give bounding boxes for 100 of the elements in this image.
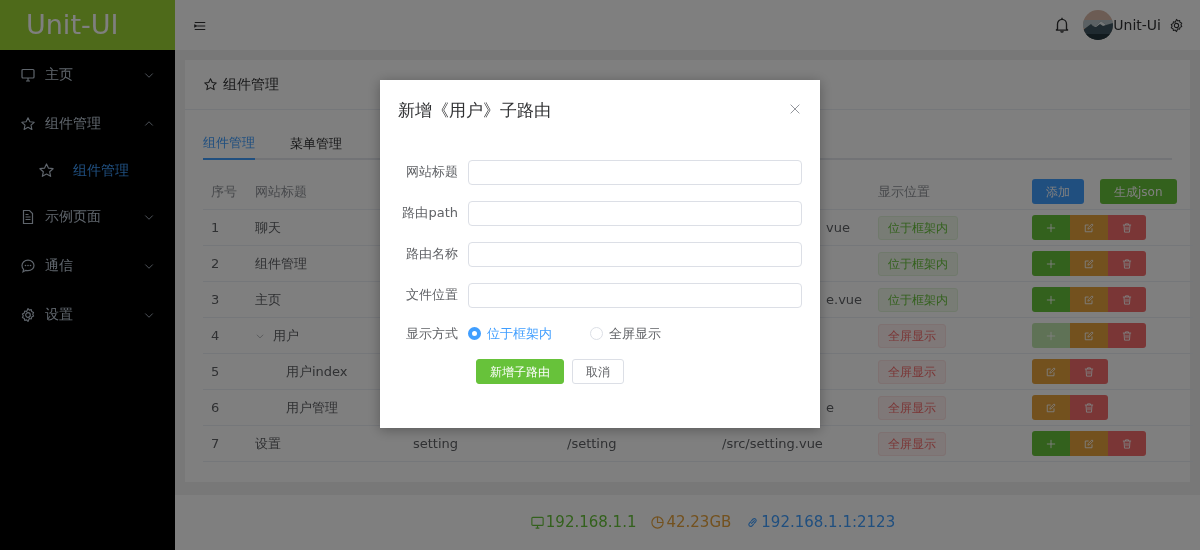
plus-icon <box>1045 221 1057 234</box>
user-name[interactable]: Unit-Ui <box>1113 14 1161 36</box>
edit-button[interactable] <box>1032 359 1070 384</box>
trash-icon <box>1121 293 1133 306</box>
edit-icon <box>1083 221 1095 234</box>
status-tag: 全屏显示 <box>878 431 946 456</box>
trash-button[interactable] <box>1108 431 1146 456</box>
sidebar-item[interactable]: 示例页面 <box>0 192 175 241</box>
sidebar-item[interactable]: 组件管理 <box>0 99 175 148</box>
trash-button[interactable] <box>1108 215 1146 240</box>
edit-button[interactable] <box>1070 287 1108 312</box>
status-tag: 全屏显示 <box>878 395 946 420</box>
star-icon <box>203 77 218 92</box>
trash-button[interactable] <box>1108 251 1146 276</box>
edit-icon <box>1045 365 1057 378</box>
edit-button[interactable] <box>1070 431 1108 456</box>
sidebar-item[interactable]: 主页 <box>0 50 175 99</box>
plus-icon <box>1045 257 1057 270</box>
edit-icon <box>1083 437 1095 450</box>
edit-button[interactable] <box>1070 251 1108 276</box>
sidebar-item[interactable]: 设置 <box>0 290 175 339</box>
input-field[interactable] <box>468 159 802 185</box>
edit-icon <box>1083 257 1095 270</box>
status-tag: 位于框架内 <box>878 251 958 276</box>
table-cell-text: 用户 <box>273 326 299 345</box>
edit-icon <box>1083 293 1095 306</box>
status-text: 192.168.1.1:2123 <box>761 512 896 534</box>
plus-icon <box>1045 437 1057 450</box>
plus-button[interactable] <box>1032 215 1070 240</box>
table-cell-text: e <box>826 398 834 417</box>
star-icon <box>38 161 55 179</box>
field-label: 文件位置 <box>405 286 458 305</box>
input-field[interactable] <box>468 241 802 267</box>
trash-icon <box>1121 329 1133 342</box>
trash-icon <box>1121 257 1133 270</box>
sidebar-item[interactable]: 组件管理 <box>0 148 175 192</box>
field-label: 显示方式 <box>405 324 458 343</box>
edit-icon <box>1045 401 1057 414</box>
plus-button[interactable] <box>1032 287 1070 312</box>
settings-icon <box>20 306 36 323</box>
monitor-icon <box>529 515 545 530</box>
table-cell-text: 2 <box>211 254 220 273</box>
chat-bubble-icon <box>20 257 36 274</box>
trash-icon <box>1121 437 1133 450</box>
status-tag: 位于框架内 <box>878 287 958 312</box>
table-cell-text: 6 <box>211 398 220 417</box>
document-icon <box>20 208 36 225</box>
tab[interactable]: 组件管理 <box>203 128 255 160</box>
trash-icon <box>1083 365 1095 378</box>
table-cell-text: 用户管理 <box>286 398 338 417</box>
table-cell-text: 用户index <box>286 362 348 381</box>
table-cell-text: 3 <box>211 290 220 309</box>
dialog-title: 新增《用户》子路由 <box>398 99 551 122</box>
edit-button[interactable] <box>1070 323 1108 348</box>
table-cell-text: 主页 <box>255 290 281 309</box>
toolbar-button[interactable]: 添加 <box>1032 179 1084 204</box>
trash-button[interactable] <box>1070 359 1108 384</box>
cancel-button[interactable]: 取消 <box>572 359 624 384</box>
plus-button[interactable] <box>1032 431 1070 456</box>
panel-title: 组件管理 <box>223 75 279 94</box>
field-label: 路由名称 <box>405 245 458 264</box>
app-logo: Unit-UI <box>0 0 175 50</box>
tab[interactable]: 菜单管理 <box>290 128 342 160</box>
status-tag: 位于框架内 <box>878 215 958 240</box>
input-field[interactable] <box>468 200 802 226</box>
plus-icon <box>1045 293 1057 306</box>
radio-option[interactable]: 位于框架内 <box>468 323 552 343</box>
edit-icon <box>1083 329 1095 342</box>
table-cell-text: 4 <box>211 326 220 345</box>
submit-button[interactable]: 新增子路由 <box>476 359 564 384</box>
pie-chart-icon <box>650 515 666 530</box>
field-label: 网站标题 <box>405 163 458 182</box>
trash-button[interactable] <box>1070 395 1108 420</box>
table-cell-text: 聊天 <box>255 218 281 237</box>
table-cell-text: setting <box>413 434 459 453</box>
star-icon <box>20 115 36 132</box>
trash-icon <box>1121 221 1133 234</box>
plus-button[interactable] <box>1032 251 1070 276</box>
status-tag: 全屏显示 <box>878 323 946 348</box>
table-cell-text: /setting <box>567 434 617 453</box>
table-cell-text: 设置 <box>255 434 281 453</box>
status-text: 192.168.1.1 <box>545 512 637 534</box>
trash-button[interactable] <box>1108 323 1146 348</box>
status-tag: 全屏显示 <box>878 359 946 384</box>
table-cell-text: /src/setting.vue <box>722 434 823 453</box>
settings-icon <box>1169 17 1184 33</box>
table-cell-text: 7 <box>211 434 220 453</box>
edit-button[interactable] <box>1032 395 1070 420</box>
trash-button[interactable] <box>1108 287 1146 312</box>
status-text: 42.23GB <box>666 512 732 534</box>
sidebar-item[interactable]: 通信 <box>0 241 175 290</box>
edit-button[interactable] <box>1070 215 1108 240</box>
table-cell-text: e.vue <box>826 290 863 309</box>
monitor-icon <box>20 66 36 83</box>
input-field[interactable] <box>468 282 802 308</box>
radio-option[interactable]: 全屏显示 <box>590 323 661 343</box>
table-cell-text: 5 <box>211 362 220 381</box>
field-label: 路由path <box>401 204 458 223</box>
trash-icon <box>1083 401 1095 414</box>
table-cell-text: 组件管理 <box>255 254 307 273</box>
